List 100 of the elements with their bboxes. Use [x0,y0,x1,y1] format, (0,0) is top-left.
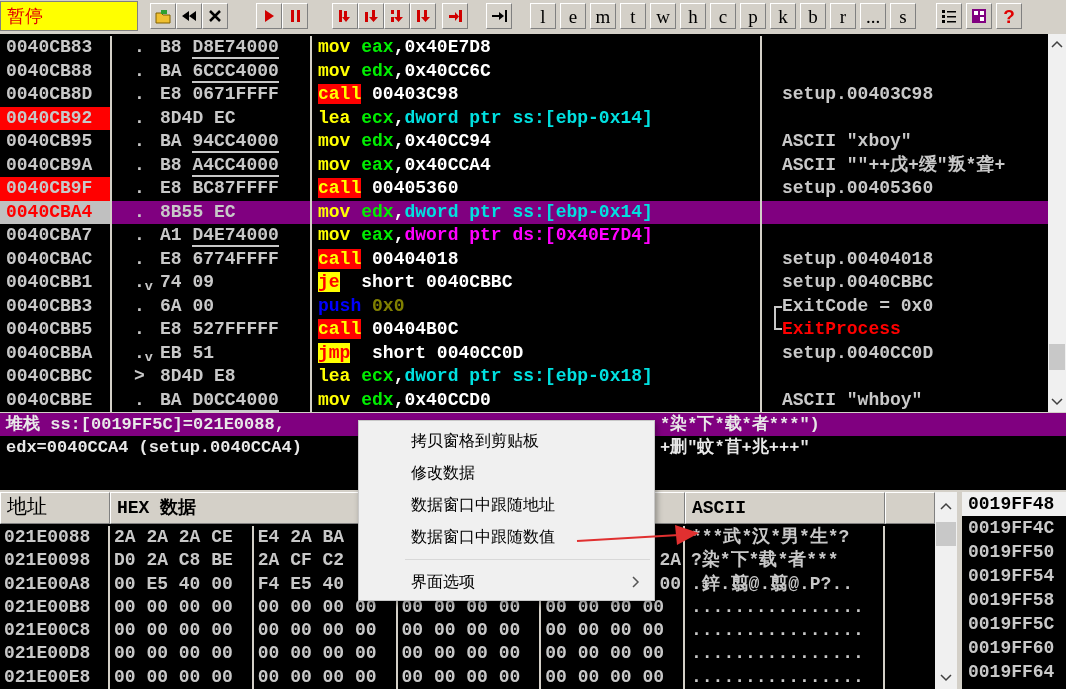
hex-group: 00 00 00 00 [545,620,665,641]
jump-marker: . [133,224,146,247]
hex-group: E4 2A BA [257,527,345,547]
address-cell: 0040CBAC [0,247,112,271]
hex-bytes: B8 D8E74000 [160,36,312,60]
hex-group: 2A CF C2 [257,550,345,571]
address-cell: 0040CB95 [0,130,112,154]
jump-marker: . [133,247,146,271]
address-cell: 0040CBBA [0,341,112,365]
hex-group: 00 00 00 00 [114,620,233,641]
address-cell: 0040CBB5 [0,318,112,342]
hex-group: 00 00 00 00 [545,643,665,664]
comment: setup.00404018 [782,247,934,271]
hex-bytes: 8D4D EC [160,106,312,130]
info-text: edx=0040CCA4 (setup.0040CCA4) [5,438,302,457]
hex-group: F4 E5 40 [257,573,345,594]
hex-group: 00 00 00 00 [257,666,377,687]
comment: ASCII "xboy" [782,130,912,153]
instruction: call 00404B0C [312,318,762,342]
jump-marker: . [133,106,146,130]
hex-group: 00 E5 40 00 [114,573,233,594]
jump-marker: . [133,59,146,83]
hex-bytes: BA 94CC4000 [160,130,312,154]
address-cell: 021E00E8 [0,665,110,689]
instruction: je short 0040CBBC [312,271,762,295]
jump-marker: .$_{v}$ [133,271,154,295]
ascii-text: ................ [685,595,885,620]
address-cell: 021E0088 [0,526,110,550]
hex-bytes: EB 51 [160,341,312,365]
hex-group: 00 00 00 00 [114,666,233,687]
ascii-text: ................ [685,642,885,666]
ascii-text: ................ [685,665,885,689]
address-cell: 021E00D8 [0,642,110,666]
address-cell: 021E00B8 [0,595,110,620]
address-cell: 0040CB83 [0,36,112,60]
hex-group: 00 00 00 00 [545,666,665,687]
hex-bytes: 8D4D E8 [160,365,312,389]
jump-marker: . [133,130,146,153]
hex-group: 00 00 00 00 [401,620,521,641]
instruction: jmp short 0040CC0D [312,341,762,365]
jump-marker: . [133,83,146,106]
hex-bytes: 8B55 EC [160,200,312,224]
info-text: +删"蚊*苜+兆+++" [660,436,810,459]
hex-bytes: A1 D4E74000 [160,224,312,248]
jump-marker: . [133,177,146,200]
jump-marker: . [133,36,146,59]
jump-marker: > [133,365,146,388]
comment: setup.00405360 [782,177,934,200]
hex-group: 00 [659,573,681,594]
comment: setup.0040CC0D [782,341,934,365]
hex-bytes: E8 527FFFFF [160,318,312,342]
hex-group: D0 2A C8 BE [114,550,233,571]
hex-group: 2A [659,550,681,571]
info-text: 堆栈 ss:[0019FF5C]=021E0088, [4,415,285,434]
jump-marker: . [133,388,146,412]
hex-bytes: E8 6774FFFF [160,247,312,271]
comment: setup.00403C98 [782,83,934,106]
instruction: call 00403C98 [312,83,762,107]
instruction: lea ecx,dword ptr ss:[ebp-0x14] [312,106,762,130]
hex-group: 00 00 00 00 [114,596,233,617]
jump-marker: . [133,153,146,177]
jump-marker: . [133,294,146,318]
address-cell: 0040CB9F [0,177,112,201]
address-cell: 0040CBA4 [0,200,112,224]
hex-bytes: BA 6CCC4000 [160,59,312,83]
jump-marker: .$_{v}$ [133,341,154,365]
instruction: call 00404018 [312,247,762,271]
ascii-text: ................ [685,619,885,643]
status-label: 暂停 [0,1,138,31]
instruction: mov eax,dword ptr ds:[0x40E7D4] [312,224,762,248]
hex-bytes: 74 09 [160,271,312,295]
hex-group: 00 00 00 00 [114,643,233,664]
address-cell: 021E0098 [0,549,110,573]
hex-group: 00 00 00 00 [401,643,521,664]
instruction: mov eax,0x40E7D8 [312,36,762,60]
address-cell: 0040CB88 [0,59,112,83]
comment: ASCII "whboy" [782,388,923,412]
hex-group: 00 00 00 00 [257,643,377,664]
comment: ASCII ""++戊+缓"叛*聋+ [782,153,1006,177]
instruction: mov edx,0x40CC94 [312,130,762,154]
comment: ExitCode = 0x0 [782,294,934,318]
hex-group: 2A 2A 2A CE [114,527,233,547]
instruction: lea ecx,dword ptr ss:[ebp-0x18] [312,365,762,389]
address-cell: 0040CBB3 [0,294,112,318]
comment: ExitProcess [782,318,901,341]
info-text: *染*下*载*者***") [660,413,820,436]
hex-group: 00 00 00 00 [401,666,521,687]
address-cell: 0040CBBC [0,365,112,389]
ascii-text: .鋅.翦@.翦@.P?.. [685,572,885,596]
jump-marker: . [112,200,160,224]
hex-bytes: B8 A4CC4000 [160,153,312,177]
jump-marker: . [133,318,146,341]
address-cell: 0040CB92 [0,106,112,130]
comment: setup.0040CBBC [782,271,934,294]
address-cell: 021E00C8 [0,619,110,643]
instruction: mov edx,dword ptr ss:[ebp-0x14] [312,200,762,224]
hex-bytes: E8 0671FFFF [160,83,312,107]
address-cell: 0040CBB1 [0,271,112,295]
address-cell: 021E00A8 [0,572,110,596]
hex-bytes: 6A 00 [160,294,312,318]
